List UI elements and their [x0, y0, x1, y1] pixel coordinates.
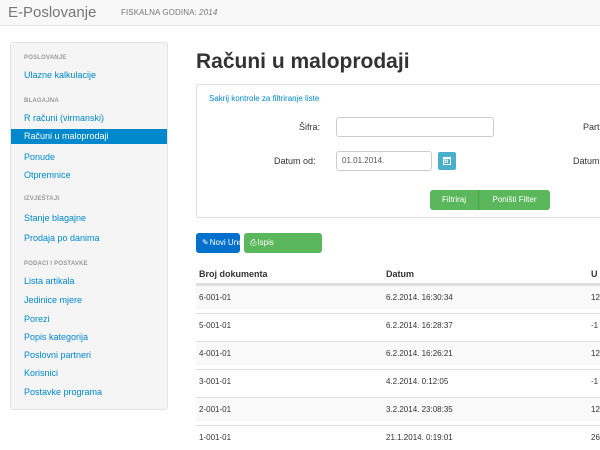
print-label: Ispis [257, 238, 274, 247]
column-header-datum[interactable]: Datum [386, 269, 414, 279]
filter-button[interactable]: Filtriraj [430, 190, 478, 210]
fiscal-year-value: 2014 [199, 8, 218, 17]
cell-datum: 21.1.2014. 0:19:01 [386, 433, 453, 442]
cell-iznos: 12 [591, 293, 600, 302]
cell-broj: 6-001-01 [199, 293, 232, 302]
table-row[interactable]: 3-001-01 4.2.2014. 0:12:05 -1 [196, 369, 600, 393]
datum-do-label: Datum [573, 156, 600, 166]
fiscal-year-label: FISKALNA GODINA: [121, 8, 197, 17]
datum-od-calendar-button[interactable] [438, 152, 456, 170]
cell-iznos: -1 [591, 377, 599, 386]
reset-filter-button[interactable]: Poništi Filter [478, 190, 550, 210]
cell-iznos: 12 [591, 405, 600, 414]
datum-od-input[interactable]: 01.01.2014. [336, 151, 432, 171]
sidebar-item-ulazne-kalkulacije[interactable]: Ulazne kalkulacije [24, 70, 96, 80]
cell-datum: 6.2.2014. 16:30:34 [386, 293, 453, 302]
table-row[interactable]: 2-001-01 3.2.2014. 23:08:35 12 [196, 397, 600, 421]
sifra-input[interactable] [336, 117, 494, 137]
cell-broj: 1-001-01 [199, 433, 232, 442]
cell-iznos: 12 [591, 349, 600, 358]
sidebar-item-label: Računi u maloprodaji [24, 131, 109, 141]
sidebar-header-podaci: PODACI I POSTAVKE [24, 261, 88, 267]
sidebar-nav: POSLOVANJE Ulazne kalkulacije BLAGAJNA R… [10, 42, 168, 410]
sidebar-item-ponude[interactable]: Ponude [24, 152, 55, 162]
sidebar-item-racuni-maloprodaja[interactable]: Računi u maloprodaji [11, 129, 167, 144]
table-row[interactable]: 1-001-01 21.1.2014. 0:19:01 26 [196, 425, 600, 449]
new-entry-button[interactable]: ✎Novi Unos [196, 233, 247, 253]
cell-iznos: -1 [591, 321, 599, 330]
sidebar-header-poslovanje: POSLOVANJE [24, 55, 67, 61]
column-header-iznos[interactable]: U [591, 269, 598, 279]
sidebar-item-stanje-blagajne[interactable]: Stanje blagajne [24, 213, 86, 223]
sidebar-item-prodaja-po-danima[interactable]: Prodaja po danima [24, 233, 100, 243]
datum-od-label: Datum od: [274, 156, 316, 166]
cell-iznos: 26 [591, 433, 600, 442]
cell-datum: 6.2.2014. 16:26:21 [386, 349, 453, 358]
sidebar-item-r-racuni[interactable]: R računi (virmanski) [24, 113, 104, 123]
table-row[interactable]: 4-001-01 6.2.2014. 16:26:21 12 [196, 341, 600, 365]
pencil-icon: ✎ [202, 238, 209, 247]
sidebar-item-popis-kategorija[interactable]: Popis kategorija [24, 332, 88, 342]
fiscal-year-indicator: FISKALNA GODINA: 2014 [121, 8, 217, 17]
sidebar-header-blagajna: BLAGAJNA [24, 98, 59, 104]
new-entry-label: Novi Unos [209, 238, 247, 247]
cell-broj: 3-001-01 [199, 377, 232, 386]
page-title: Računi u maloprodaji [196, 50, 410, 73]
sidebar-item-otpremnice[interactable]: Otpremnice [24, 170, 71, 180]
sidebar-item-porezi[interactable]: Porezi [24, 314, 50, 324]
brand-link[interactable]: E-Poslovanje [8, 4, 96, 21]
hide-filter-controls-link[interactable]: Sakrij kontrole za filtriranje liste [209, 94, 319, 103]
sidebar-header-izvjestaji: IZVJEŠTAJI [24, 196, 60, 202]
cell-broj: 4-001-01 [199, 349, 232, 358]
sidebar-item-jedinice-mjere[interactable]: Jedinice mjere [24, 295, 82, 305]
sidebar-item-korisnici[interactable]: Korisnici [24, 368, 58, 378]
print-button[interactable]: ⎙Ispis [244, 233, 322, 253]
top-navbar: E-Poslovanje FISKALNA GODINA: 2014 [0, 0, 600, 26]
cell-datum: 3.2.2014. 23:08:35 [386, 405, 453, 414]
cell-datum: 4.2.2014. 0:12:05 [386, 377, 449, 386]
sidebar-item-poslovni-partneri[interactable]: Poslovni partneri [24, 350, 91, 360]
table-row[interactable]: 5-001-01 6.2.2014. 16:28:37 -1 [196, 313, 600, 337]
cell-datum: 6.2.2014. 16:28:37 [386, 321, 453, 330]
table-row[interactable]: 6-001-01 6.2.2014. 16:30:34 12 [196, 285, 600, 309]
calendar-icon [443, 157, 451, 165]
partner-label: Part [583, 122, 600, 132]
sifra-label: Šifra: [299, 122, 321, 132]
column-header-broj[interactable]: Broj dokumenta [199, 269, 268, 279]
cell-broj: 2-001-01 [199, 405, 232, 414]
sidebar-item-postavke-programa[interactable]: Postavke programa [24, 387, 102, 397]
sidebar-item-lista-artikala[interactable]: Lista artikala [24, 276, 75, 286]
cell-broj: 5-001-01 [199, 321, 232, 330]
print-icon: ⎙ [250, 238, 257, 247]
